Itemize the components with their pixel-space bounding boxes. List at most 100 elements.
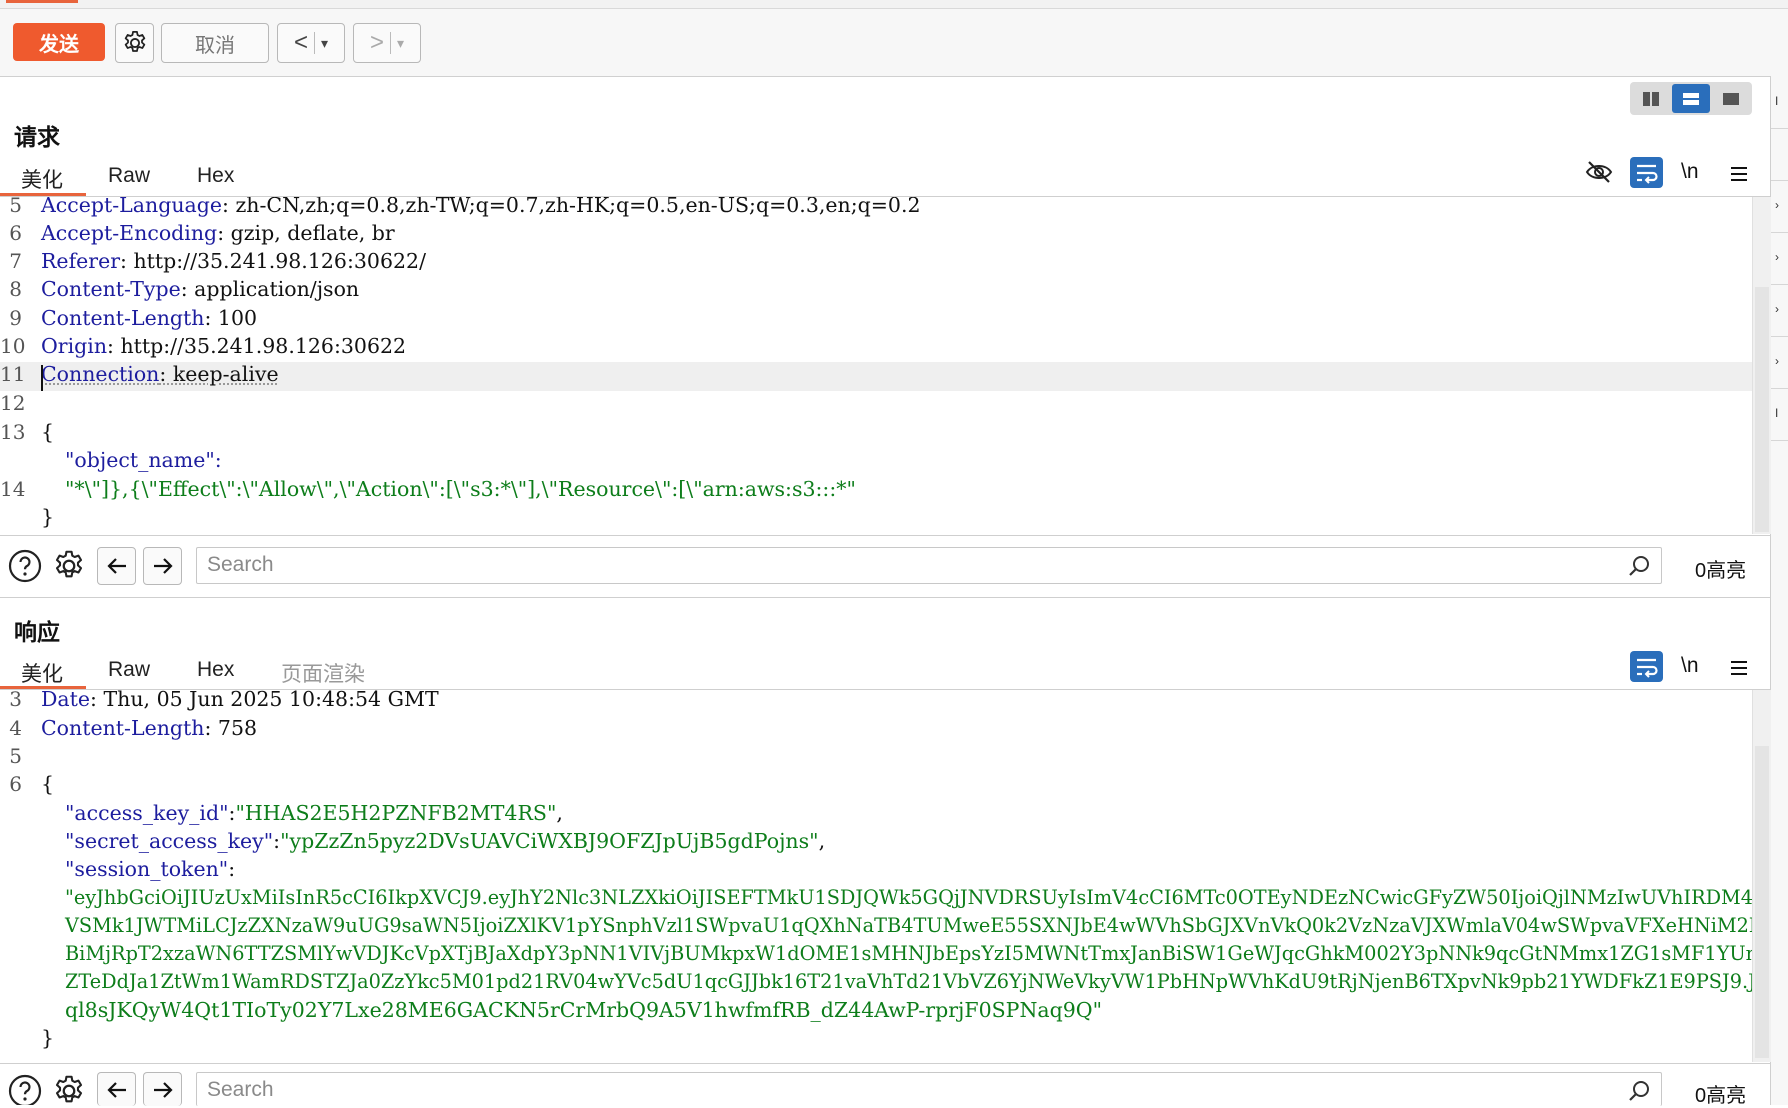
hamburger-menu-icon — [1731, 661, 1747, 675]
response-search-input[interactable]: Search — [196, 1072, 1662, 1106]
request-scrollbar[interactable] — [1752, 197, 1771, 534]
inspector-side-panel: I › › › › I — [1770, 76, 1788, 1105]
request-tab-raw[interactable]: Raw — [108, 164, 150, 188]
response-line: "eyJhbGciOiJIUzUxMiIsInR5cCI6IkpXVCJ9.ey… — [65, 886, 1752, 909]
layout-side-by-side-button[interactable] — [1632, 84, 1670, 113]
back-nav-button[interactable]: < ▾ — [277, 23, 345, 63]
request-title: 请求 — [14, 124, 60, 150]
gear-icon — [124, 31, 145, 52]
search-icon[interactable] — [1627, 1079, 1651, 1103]
response-line: 4 Content-Length: 758 — [9, 716, 258, 740]
response-title: 响应 — [14, 619, 60, 645]
cancel-button[interactable]: 取消 — [161, 23, 269, 63]
layout-stacked-button[interactable] — [1672, 84, 1710, 113]
response-help-button[interactable] — [8, 1074, 42, 1105]
response-search-next-button[interactable] — [143, 1072, 182, 1106]
request-line: 6 Accept-Encoding: gzip, deflate, br — [9, 221, 395, 245]
response-search-settings-button[interactable] — [51, 1073, 87, 1105]
search-icon[interactable] — [1627, 554, 1651, 578]
response-tab-render[interactable]: 页面渲染 — [281, 658, 365, 688]
request-search-next-button[interactable] — [143, 547, 182, 585]
request-search-prev-button[interactable] — [97, 547, 136, 585]
forward-dropdown-icon[interactable]: ▾ — [397, 35, 404, 52]
response-wrap-toggle[interactable] — [1630, 651, 1663, 682]
response-line: ql8sJKQyW4Qt1TIoTy02Y7Lxe28ME6GACKN5rCrM… — [65, 998, 1103, 1022]
request-editor[interactable]: 5 Accept-Language: zh-CN,zh;q=0.8,zh-TW;q… — [0, 197, 1752, 534]
question-circle-icon — [8, 1074, 42, 1105]
request-tab-hex[interactable]: Hex — [197, 164, 234, 188]
response-line: } — [41, 1026, 55, 1050]
arrow-right-icon — [153, 558, 173, 574]
arrow-left-icon — [106, 1081, 126, 1098]
request-search-divider — [0, 535, 1770, 536]
response-line: 5 — [9, 744, 22, 768]
request-line: 9 Content-Length: 100 — [9, 306, 258, 330]
inspector-tab-2[interactable] — [1771, 128, 1788, 181]
response-search-divider — [0, 1063, 1770, 1064]
settings-button[interactable] — [115, 23, 154, 63]
response-newline-toggle[interactable]: \n — [1681, 654, 1699, 678]
response-line: BiMjRpT2xzaWN6TTZSMlYwVDJKcVpXTjBJaXdpY3… — [65, 942, 1752, 965]
rows-icon — [1683, 92, 1699, 105]
forward-arrow-icon: > — [369, 29, 384, 56]
gear-icon — [55, 550, 83, 578]
request-line: 10 Origin: http://35.241.98.126:30622 — [0, 334, 407, 358]
request-line: 8 Content-Type: application/json — [9, 277, 360, 301]
inspector-tab-4[interactable]: › — [1771, 232, 1788, 285]
request-tabs: 美化 Raw Hex — [0, 160, 1752, 196]
response-line: "access_key_id":"HHAS2E5H2PZNFB2MT4RS", — [65, 801, 563, 825]
response-scrollbar[interactable] — [1752, 690, 1771, 1062]
inspector-tab-1[interactable]: I — [1771, 76, 1788, 129]
response-highlight-count: 0高亮 — [1695, 1085, 1747, 1107]
response-editor[interactable]: 3 Date: Thu, 05 Jun 2025 10:48:54 GMT 4 Co… — [0, 690, 1752, 1062]
response-tab-pretty[interactable]: 美化 — [21, 658, 63, 688]
request-newline-toggle[interactable]: \n — [1681, 160, 1699, 184]
request-search-settings-button[interactable] — [51, 548, 87, 584]
single-pane-icon — [1723, 92, 1739, 105]
arrow-right-icon — [153, 1081, 173, 1098]
request-tab-pretty[interactable]: 美化 — [21, 164, 63, 194]
response-tab-hex[interactable]: Hex — [197, 658, 234, 682]
top-tab-strip — [0, 0, 1788, 9]
response-menu-button[interactable] — [1728, 657, 1750, 679]
inspector-tab-7[interactable]: I — [1771, 388, 1788, 441]
request-search-input[interactable]: Search — [196, 547, 1662, 584]
response-search-prev-button[interactable] — [97, 1072, 136, 1106]
gear-icon — [55, 1075, 83, 1103]
request-line: 7 Referer: http://35.241.98.126:30622/ — [9, 249, 426, 273]
hamburger-menu-icon — [1731, 167, 1747, 181]
word-wrap-icon — [1637, 658, 1658, 678]
request-line-current: 11 Connection: keep-alive — [0, 362, 1752, 391]
hide-nonprintable-button[interactable] — [1584, 158, 1614, 186]
question-circle-icon — [8, 549, 42, 583]
eye-slash-icon — [1585, 161, 1613, 183]
request-wrap-toggle[interactable] — [1630, 157, 1663, 188]
response-line: 6{ — [9, 772, 55, 796]
inspector-tab-6[interactable]: › — [1771, 336, 1788, 389]
response-tabs: 美化 Raw Hex 页面渲染 — [0, 654, 1752, 690]
request-line: 13{ — [0, 420, 55, 444]
word-wrap-icon — [1637, 164, 1658, 184]
response-search-placeholder: Search — [207, 1078, 274, 1101]
response-line: VSMk1JWTMiLCJzZXNzaW9uUG9saWN5IjoiZXlKV1… — [65, 914, 1752, 937]
layout-view-toggle — [1630, 82, 1752, 115]
response-line: "session_token": — [65, 857, 236, 881]
send-button[interactable]: 发送 — [13, 23, 105, 61]
inspector-tab-5[interactable]: › — [1771, 284, 1788, 337]
request-menu-button[interactable] — [1728, 163, 1750, 185]
request-highlight-count: 0高亮 — [1695, 560, 1747, 582]
layout-single-button[interactable] — [1712, 84, 1750, 113]
response-line: "secret_access_key":"ypZzZn5pyz2DVsUAVCi… — [65, 829, 826, 853]
request-line: } — [41, 505, 55, 529]
request-search-placeholder: Search — [207, 553, 274, 576]
request-help-button[interactable] — [8, 549, 42, 583]
response-line: 3 Date: Thu, 05 Jun 2025 10:48:54 GMT — [9, 690, 439, 711]
request-line: "object_name": — [65, 448, 222, 472]
section-divider — [0, 597, 1770, 598]
response-tab-raw[interactable]: Raw — [108, 658, 150, 682]
forward-nav-button[interactable]: > ▾ — [353, 23, 421, 63]
back-dropdown-icon[interactable]: ▾ — [321, 35, 328, 52]
request-line: 5 Accept-Language: zh-CN,zh;q=0.8,zh-TW;q… — [9, 197, 921, 217]
inspector-tab-3[interactable]: › — [1771, 180, 1788, 233]
request-line: 14 "*\"]},{\"Effect\":\"Allow\",\"Action\… — [0, 477, 856, 501]
